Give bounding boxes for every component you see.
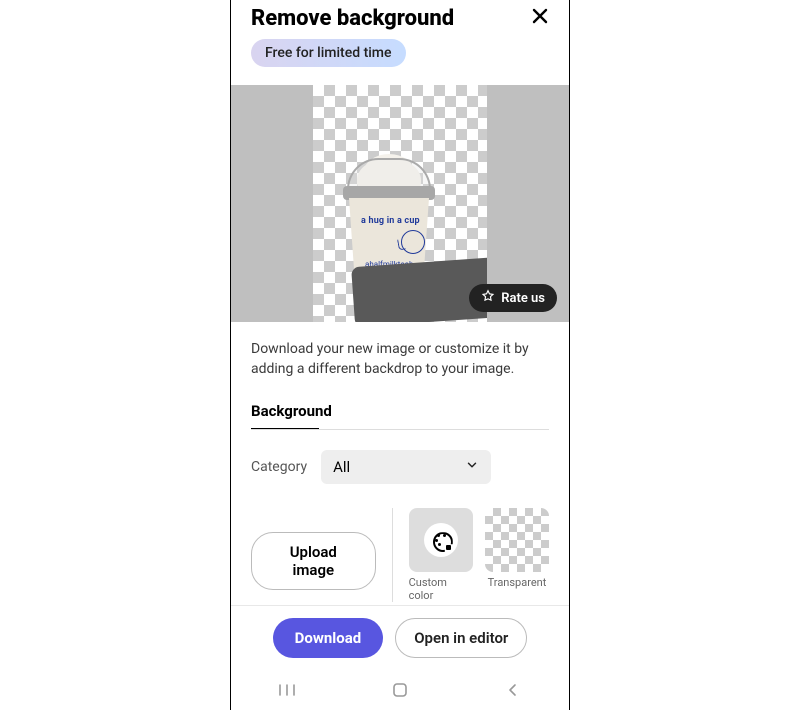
cup-label-bottom: น้ำตาลน้ำผึ้ง: [363, 291, 406, 304]
category-label: Category: [251, 459, 307, 475]
rate-us-button[interactable]: Rate us: [469, 284, 557, 312]
footer-actions: Download Open in editor: [231, 605, 569, 670]
subject-cup: a hug in a cup ahalfmilkteah น้ำตาลน้ำผึ…: [339, 152, 439, 322]
custom-color-label: Custom color: [409, 576, 473, 602]
promo-badge: Free for limited time: [251, 39, 406, 67]
tabs: Background: [251, 401, 549, 430]
upload-image-button[interactable]: Upload image: [251, 532, 376, 590]
category-value: All: [333, 458, 350, 476]
category-select[interactable]: All: [321, 450, 491, 484]
result-image: a hug in a cup ahalfmilkteah น้ำตาลน้ำผึ…: [313, 85, 487, 322]
custom-color-swatch: [409, 508, 473, 572]
page-title: Remove background: [251, 6, 549, 31]
preview-area: a hug in a cup ahalfmilkteah น้ำตาลน้ำผึ…: [231, 85, 569, 322]
app-panel: Remove background Free for limited time …: [230, 0, 570, 710]
cup-label-top: a hug in a cup: [361, 216, 429, 226]
chevron-down-icon: [465, 458, 479, 476]
rate-us-label: Rate us: [501, 291, 545, 306]
options-divider: [392, 508, 393, 602]
nav-home-icon[interactable]: [389, 679, 411, 701]
background-options: Upload image Custom color Transparent: [251, 508, 549, 602]
close-icon[interactable]: [531, 6, 549, 30]
cup-label-mid: ahalfmilkteah: [365, 260, 413, 269]
tab-background[interactable]: Background: [251, 402, 332, 428]
android-navbar: [231, 670, 569, 710]
nav-recents-icon[interactable]: [276, 679, 298, 701]
transparent-label: Transparent: [488, 576, 547, 589]
option-transparent[interactable]: Transparent: [485, 508, 549, 589]
transparent-swatch: [485, 508, 549, 572]
description-text: Download your new image or customize it …: [251, 340, 549, 379]
open-in-editor-button[interactable]: Open in editor: [395, 618, 527, 658]
header: Remove background Free for limited time: [231, 0, 569, 71]
star-icon: [481, 289, 495, 307]
nav-back-icon[interactable]: [502, 679, 524, 701]
category-row: Category All: [251, 450, 549, 484]
content: Download your new image or customize it …: [231, 322, 569, 605]
palette-icon: [424, 523, 458, 557]
tab-rule: [251, 429, 549, 430]
option-custom-color[interactable]: Custom color: [409, 508, 473, 602]
download-button[interactable]: Download: [273, 618, 384, 658]
